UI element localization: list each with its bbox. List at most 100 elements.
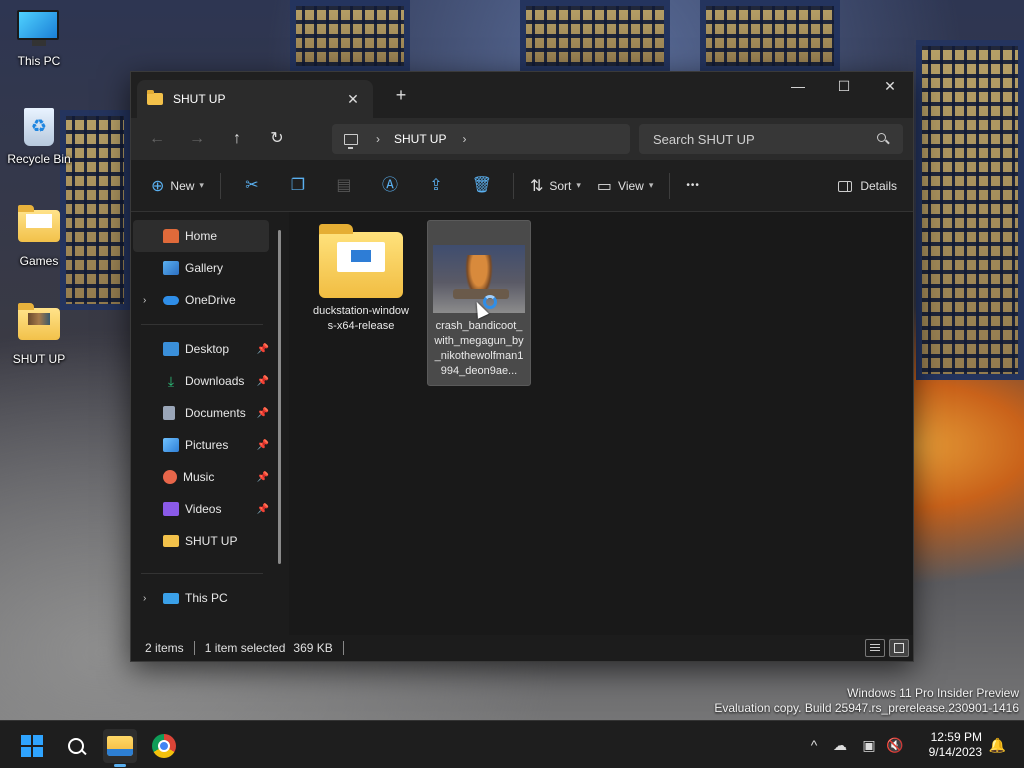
- selection-size: 369 KB: [293, 641, 333, 655]
- clipboard-icon: ▤: [336, 176, 352, 194]
- clock[interactable]: 12:59 PM 9/14/2023: [929, 730, 982, 760]
- folder-icon: [17, 303, 61, 348]
- cloud-icon: [163, 295, 179, 305]
- desktop-icon-games[interactable]: Games: [0, 205, 78, 268]
- sidebar-item-label: Music: [183, 470, 215, 484]
- document-icon: [163, 406, 175, 420]
- desktop-icon-recycle-bin[interactable]: Recycle Bin: [0, 108, 78, 166]
- sidebar-divider: [141, 324, 263, 325]
- recycle-bin-icon: [17, 108, 61, 148]
- cut-button[interactable]: ✂: [229, 170, 275, 202]
- desktop-icon-label: Recycle Bin: [7, 152, 71, 166]
- share-button[interactable]: ⇪: [413, 170, 459, 202]
- search-icon: [68, 738, 84, 754]
- system-tray: ^ ☁ ▣ 🔇: [804, 721, 908, 768]
- folder-icon: [147, 90, 163, 105]
- notification-bell-icon[interactable]: 🔔: [989, 737, 1006, 754]
- desktop-icon-label: SHUT UP: [12, 352, 66, 366]
- onedrive-offline-icon[interactable]: ☁: [824, 737, 856, 754]
- sidebar-item-pictures[interactable]: Pictures 📌: [131, 429, 289, 461]
- watermark-line: Evaluation copy. Build 25947.rs_prerelea…: [714, 701, 1019, 715]
- windows-logo-icon: [21, 735, 43, 757]
- details-view-button[interactable]: [865, 639, 885, 657]
- sidebar-item-downloads[interactable]: ⤓ Downloads 📌: [131, 365, 289, 397]
- sort-button[interactable]: ⇅ Sort ▾: [522, 170, 589, 202]
- explorer-body: Home Gallery › OneDrive Desktop 📌 ⤓ Down…: [131, 212, 913, 635]
- copy-button[interactable]: ❐: [275, 170, 321, 202]
- sidebar-divider: [141, 573, 263, 574]
- sidebar-item-onedrive[interactable]: › OneDrive: [131, 284, 289, 316]
- folder-icon: [163, 535, 179, 547]
- sidebar-item-videos[interactable]: Videos 📌: [131, 493, 289, 525]
- sort-label: Sort: [549, 178, 572, 193]
- minimize-button[interactable]: —: [775, 72, 821, 102]
- new-button[interactable]: ⊕ New ▾: [143, 170, 212, 202]
- breadcrumb-separator[interactable]: ›: [462, 132, 466, 146]
- folder-icon: [319, 224, 403, 298]
- breadcrumb-separator[interactable]: ›: [376, 132, 380, 146]
- delete-button[interactable]: 🗑: [459, 170, 505, 202]
- folder-icon: [17, 205, 61, 250]
- desktop-icon: [163, 342, 179, 356]
- network-icon[interactable]: ▣: [856, 737, 882, 754]
- pin-icon: 📌: [256, 375, 269, 387]
- refresh-button[interactable]: ↻: [257, 124, 297, 154]
- tab-title: SHUT UP: [173, 92, 226, 106]
- tab-shut-up[interactable]: SHUT UP ✕: [137, 80, 373, 118]
- taskbar-search-button[interactable]: [59, 729, 93, 763]
- share-icon: ⇪: [429, 176, 443, 194]
- more-options-button[interactable]: •••: [678, 170, 708, 202]
- sidebar-item-label: OneDrive: [185, 293, 236, 307]
- paste-button[interactable]: ▤: [321, 170, 367, 202]
- sidebar-item-gallery[interactable]: Gallery: [131, 252, 289, 284]
- new-tab-button[interactable]: +: [389, 84, 413, 108]
- sidebar-item-documents[interactable]: Documents 📌: [131, 397, 289, 429]
- start-button[interactable]: [15, 729, 49, 763]
- sidebar-item-desktop[interactable]: Desktop 📌: [131, 333, 289, 365]
- rename-button[interactable]: Ⓐ: [367, 170, 413, 202]
- close-tab-icon[interactable]: ✕: [343, 91, 363, 108]
- music-icon: [163, 470, 177, 484]
- maximize-button[interactable]: ☐: [821, 72, 867, 102]
- chevron-down-icon: ▾: [199, 180, 204, 190]
- status-bar: 2 items 1 item selected 369 KB: [131, 635, 913, 661]
- sidebar-item-shut-up[interactable]: SHUT UP: [131, 525, 289, 557]
- new-label: New: [170, 178, 195, 193]
- chrome-icon: [152, 734, 176, 758]
- chevron-down-icon: ▾: [576, 180, 581, 190]
- back-button[interactable]: ←: [137, 124, 177, 154]
- file-item-duckstation-folder[interactable]: duckstation-windows-x64-release: [309, 220, 413, 340]
- pin-icon: 📌: [256, 439, 269, 451]
- search-box[interactable]: [639, 124, 903, 154]
- chevron-right-icon[interactable]: ›: [143, 593, 146, 604]
- sidebar-item-music[interactable]: Music 📌: [131, 461, 289, 493]
- search-input[interactable]: [653, 131, 877, 147]
- taskbar-chrome[interactable]: [147, 729, 181, 763]
- address-bar[interactable]: › SHUT UP ›: [332, 124, 630, 154]
- close-window-button[interactable]: ✕: [867, 72, 913, 102]
- rename-icon: Ⓐ: [381, 176, 398, 194]
- computer-icon: [163, 592, 179, 604]
- breadcrumb-shut-up[interactable]: SHUT UP: [394, 132, 446, 146]
- desktop-icon-shut-up[interactable]: SHUT UP: [0, 303, 78, 366]
- up-button[interactable]: ↑: [217, 124, 257, 154]
- sidebar-item-label: Downloads: [185, 374, 245, 388]
- volume-muted-icon[interactable]: 🔇: [882, 737, 908, 754]
- sidebar-scrollbar[interactable]: [278, 230, 281, 564]
- sidebar-item-label: Videos: [185, 502, 222, 516]
- wallpaper-building: [916, 40, 1024, 380]
- scissors-icon: ✂: [245, 176, 259, 194]
- desktop-icon-this-pc[interactable]: This PC: [0, 10, 78, 68]
- sidebar-item-this-pc[interactable]: › This PC: [131, 582, 289, 614]
- tray-overflow-chevron-icon[interactable]: ^: [804, 737, 824, 753]
- file-name: duckstation-windows-x64-release: [313, 305, 409, 332]
- chevron-right-icon[interactable]: ›: [143, 295, 146, 306]
- forward-button[interactable]: →: [177, 124, 217, 154]
- sidebar-item-home[interactable]: Home: [133, 220, 269, 252]
- taskbar-file-explorer[interactable]: [103, 729, 137, 767]
- view-button[interactable]: ▭ View ▾: [589, 170, 661, 202]
- file-list: duckstation-windows-x64-release crash_ba…: [289, 212, 913, 635]
- large-icons-view-button[interactable]: [889, 639, 909, 657]
- pin-icon: 📌: [256, 471, 269, 483]
- details-button[interactable]: Details: [838, 170, 897, 202]
